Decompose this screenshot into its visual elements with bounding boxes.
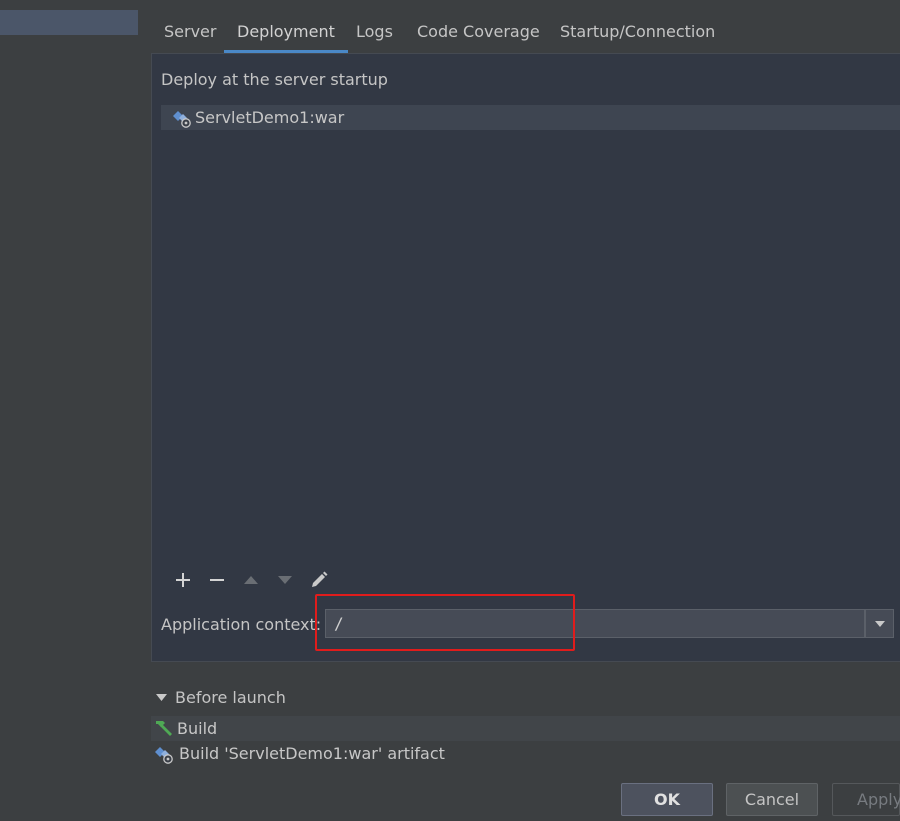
- artifact-icon: [155, 746, 173, 764]
- tab-server[interactable]: Server: [164, 15, 216, 53]
- add-button[interactable]: [166, 568, 200, 592]
- before-launch-item-build[interactable]: Build: [151, 716, 900, 741]
- sidebar-selected-item[interactable]: [0, 10, 138, 35]
- collapse-triangle-icon: [156, 694, 167, 701]
- tab-deployment-label: Deployment: [237, 22, 335, 41]
- artifact-build-label: Build 'ServletDemo1:war' artifact: [179, 744, 445, 763]
- deployment-panel: Deploy at the server startup ServletDemo…: [151, 53, 900, 662]
- artifact-icon: [173, 110, 191, 128]
- artifact-list[interactable]: ServletDemo1:war: [161, 105, 900, 545]
- before-launch-label: Before launch: [175, 688, 286, 707]
- move-up-button[interactable]: [234, 568, 268, 592]
- remove-icon: [210, 579, 224, 581]
- artifact-toolbar: [166, 568, 336, 592]
- list-item[interactable]: ServletDemo1:war: [161, 105, 900, 130]
- move-down-icon: [278, 576, 292, 584]
- application-context-label: Application context:: [161, 615, 322, 634]
- application-context-dropdown[interactable]: [865, 609, 894, 638]
- red-highlight-box: [315, 594, 575, 651]
- tab-code-coverage[interactable]: Code Coverage: [417, 15, 540, 53]
- move-down-button[interactable]: [268, 568, 302, 592]
- remove-button[interactable]: [200, 568, 234, 592]
- hammer-icon: [156, 720, 172, 736]
- before-launch-toggle[interactable]: Before launch: [156, 688, 286, 707]
- tab-logs[interactable]: Logs: [356, 15, 393, 53]
- add-icon: [176, 573, 190, 587]
- edit-button[interactable]: [302, 568, 336, 592]
- edit-icon: [312, 571, 328, 587]
- move-up-icon: [244, 576, 258, 584]
- deploy-section-label: Deploy at the server startup: [161, 70, 388, 89]
- before-launch-item-artifact[interactable]: Build 'ServletDemo1:war' artifact: [151, 741, 900, 766]
- cancel-button[interactable]: Cancel: [726, 783, 818, 816]
- chevron-down-icon: [874, 620, 885, 627]
- build-label: Build: [177, 719, 218, 738]
- ok-button[interactable]: OK: [621, 783, 713, 816]
- artifact-label: ServletDemo1:war: [195, 108, 345, 127]
- apply-button[interactable]: Apply: [832, 783, 900, 816]
- tab-deployment[interactable]: Deployment: [224, 15, 348, 53]
- tab-startup-connection[interactable]: Startup/Connection: [560, 15, 715, 53]
